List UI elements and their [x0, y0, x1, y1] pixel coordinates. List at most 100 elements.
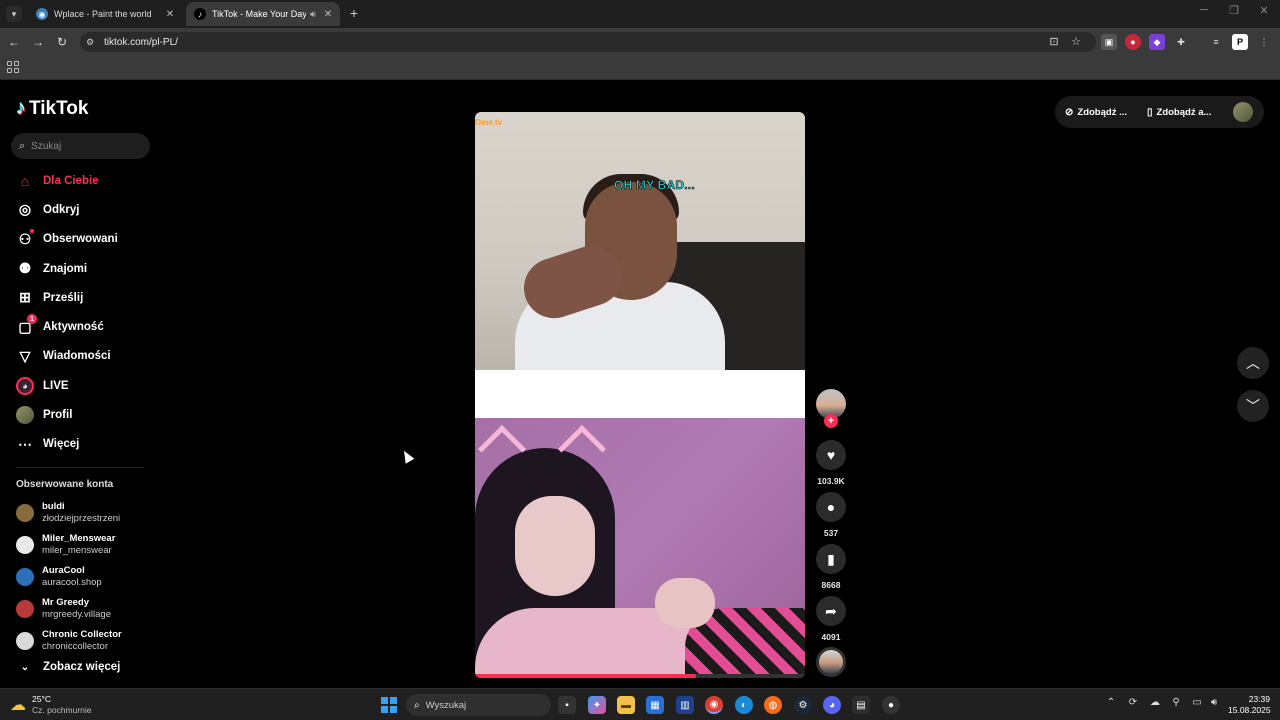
- sidebar-item-messages[interactable]: ▽ Wiadomości: [0, 342, 150, 371]
- back-icon[interactable]: ←: [6, 34, 22, 50]
- discord-icon[interactable]: ◕: [823, 696, 841, 714]
- comment-icon[interactable]: ●: [816, 492, 846, 522]
- microphone-icon[interactable]: ⚲: [1169, 697, 1183, 708]
- sidebar-item-more[interactable]: ⋯ Więcej: [0, 430, 150, 459]
- following-account[interactable]: AuraCool auracool.shop: [16, 561, 156, 593]
- video-progress-bar[interactable]: [475, 674, 805, 678]
- tiktok-page: ♪ TikTok ⌕ ⌂ Dla Ciebie ◎ Odkryj ⚇ Obser…: [0, 81, 1280, 688]
- follow-plus-button[interactable]: +: [824, 414, 838, 428]
- chevron-down-icon: ﹀: [1246, 398, 1260, 414]
- live-icon: ◕: [16, 376, 34, 395]
- bookmark-icon[interactable]: ▮: [816, 544, 846, 574]
- sidebar-item-friends[interactable]: ⚉ Znajomi: [0, 254, 150, 283]
- menu-kebab-icon[interactable]: ⋮: [1256, 34, 1272, 50]
- taskbar-search-input[interactable]: [425, 699, 536, 711]
- following-account[interactable]: Mr Greedy mrgreedy.village: [16, 593, 156, 625]
- close-icon[interactable]: ✕: [162, 9, 178, 20]
- calculator-icon[interactable]: ▤: [852, 696, 870, 714]
- weather-widget[interactable]: ☁ 25°C Cz. pochmurnie: [10, 694, 92, 716]
- maximize-button[interactable]: ❐: [1224, 4, 1244, 17]
- tray-overflow-icon[interactable]: ⌃: [1104, 697, 1118, 708]
- reload-icon[interactable]: ↻: [54, 34, 70, 50]
- store-icon[interactable]: ▦: [646, 696, 664, 714]
- sidebar-item-profile[interactable]: Profil: [0, 400, 150, 429]
- volume-icon[interactable]: 🔊︎: [1207, 697, 1221, 708]
- chrome-icon[interactable]: ◉: [705, 696, 723, 714]
- comment-action[interactable]: ● 537: [816, 492, 846, 538]
- minimize-button[interactable]: ─: [1194, 4, 1214, 16]
- puzzle-icon[interactable]: ✚: [1173, 34, 1189, 50]
- firefox-icon[interactable]: ◍: [764, 696, 782, 714]
- following-account[interactable]: buldi złodziejprzestrzeni: [16, 497, 156, 529]
- extension-icon[interactable]: ▣: [1101, 34, 1117, 50]
- sidebar-item-live[interactable]: ◕ LIVE: [0, 371, 150, 400]
- taskbar-search[interactable]: ⌕: [406, 694, 551, 716]
- user-avatar[interactable]: [1233, 102, 1253, 122]
- following-account[interactable]: Miler_Menswear miler_menswear: [16, 529, 156, 561]
- windows-taskbar: ☁ 25°C Cz. pochmurnie ⌕ ▪ ✦ ▬ ▦ ▥ ◉ ◐ ◍ …: [0, 688, 1280, 720]
- edge-icon[interactable]: ◐: [735, 696, 753, 714]
- bookmark-star-icon[interactable]: ☆: [1068, 32, 1084, 52]
- get-app-label: Zdobądź a...: [1156, 106, 1212, 118]
- see-more-button[interactable]: ⌄ Zobacz więcej: [16, 661, 121, 673]
- address-bar[interactable]: ⚙ tiktok.com/pl-PL/ ⊡ ☆: [80, 32, 1096, 52]
- account-name: Miler_Menswear: [42, 533, 116, 544]
- sidebar-item-explore[interactable]: ◎ Odkryj: [0, 195, 150, 224]
- tab-wplace[interactable]: ◉ Wplace - Paint the world ✕: [28, 2, 182, 26]
- next-video-button[interactable]: ﹀: [1237, 390, 1269, 422]
- account-name: Mr Greedy: [42, 597, 89, 608]
- tiktok-logo[interactable]: ♪ TikTok: [16, 97, 88, 120]
- steam-icon[interactable]: ⚙: [794, 696, 812, 714]
- sidebar-item-activity[interactable]: ▢ 1 Aktywność: [0, 312, 150, 341]
- sidebar-item-for-you[interactable]: ⌂ Dla Ciebie: [0, 166, 150, 195]
- tab-search-button[interactable]: ▾: [6, 6, 22, 22]
- following-icon: ⚇: [18, 230, 32, 247]
- video-frame-top: Ome.tv OH MY BAD...: [475, 112, 805, 370]
- calendar-app-icon[interactable]: ▥: [676, 696, 694, 714]
- media-icon[interactable]: ≡: [1208, 34, 1224, 50]
- share-icon[interactable]: ➦: [816, 596, 846, 626]
- taskbar-clock[interactable]: 23:39 15.08.2025: [1228, 694, 1271, 716]
- app-icon[interactable]: ●: [882, 696, 900, 714]
- site-info-icon[interactable]: ⚙: [86, 37, 100, 48]
- save-action[interactable]: ▮ 8668: [816, 544, 846, 590]
- profile-icon[interactable]: P: [1232, 34, 1248, 50]
- account-handle: złodziejprzestrzeni: [42, 513, 121, 524]
- close-icon[interactable]: ✕: [320, 9, 336, 20]
- sidebar-item-upload[interactable]: ⊞ Prześlij: [0, 283, 150, 312]
- copilot-icon[interactable]: ✦: [588, 696, 606, 714]
- previous-video-button[interactable]: ︿: [1237, 347, 1269, 379]
- install-app-icon[interactable]: ⊡: [1046, 32, 1062, 52]
- new-tab-button[interactable]: +: [346, 5, 362, 21]
- messages-icon: ▽: [19, 347, 31, 364]
- account-handle: mrgreedy.village: [42, 609, 111, 620]
- video-divider-band: [475, 370, 805, 418]
- sidebar-item-following[interactable]: ⚇ Obserwowani: [0, 225, 150, 254]
- sync-icon[interactable]: ⟳: [1126, 697, 1140, 708]
- like-action[interactable]: ♥ 103.9K: [816, 440, 846, 486]
- task-view-icon[interactable]: ▪: [558, 696, 576, 714]
- cloud-icon[interactable]: ☁: [1148, 697, 1162, 708]
- search-box[interactable]: ⌕: [11, 133, 150, 159]
- get-coins-button[interactable]: ⊘ Zdobądź ...: [1065, 107, 1127, 118]
- share-count: 4091: [821, 632, 841, 642]
- windows-start-icon[interactable]: [381, 697, 397, 713]
- close-window-button[interactable]: ✕: [1254, 4, 1274, 17]
- music-disc-avatar[interactable]: [816, 647, 846, 677]
- following-account[interactable]: Chronic Collector chroniccollector: [16, 625, 156, 657]
- file-explorer-icon[interactable]: ▬: [617, 696, 635, 714]
- search-input[interactable]: [31, 140, 132, 152]
- more-icon: ⋯: [18, 435, 32, 452]
- chevron-up-icon: ︿: [1246, 355, 1260, 371]
- get-app-button[interactable]: ▯ Zdobądź a...: [1147, 107, 1211, 118]
- share-action[interactable]: ➦ 4091: [816, 596, 846, 642]
- network-icon[interactable]: ▭: [1190, 697, 1204, 708]
- video-player[interactable]: Ome.tv OH MY BAD...: [475, 112, 805, 678]
- forward-icon[interactable]: →: [30, 34, 46, 50]
- extension-purple-icon[interactable]: ◆: [1149, 34, 1165, 50]
- apps-grid-icon[interactable]: [7, 61, 19, 73]
- speaker-icon[interactable]: 🔊︎: [306, 9, 320, 20]
- extension-red-icon[interactable]: ●: [1125, 34, 1141, 50]
- heart-icon[interactable]: ♥: [816, 440, 846, 470]
- tab-tiktok[interactable]: ♪ TikTok - Make Your Day 🔊︎ ✕: [186, 2, 340, 26]
